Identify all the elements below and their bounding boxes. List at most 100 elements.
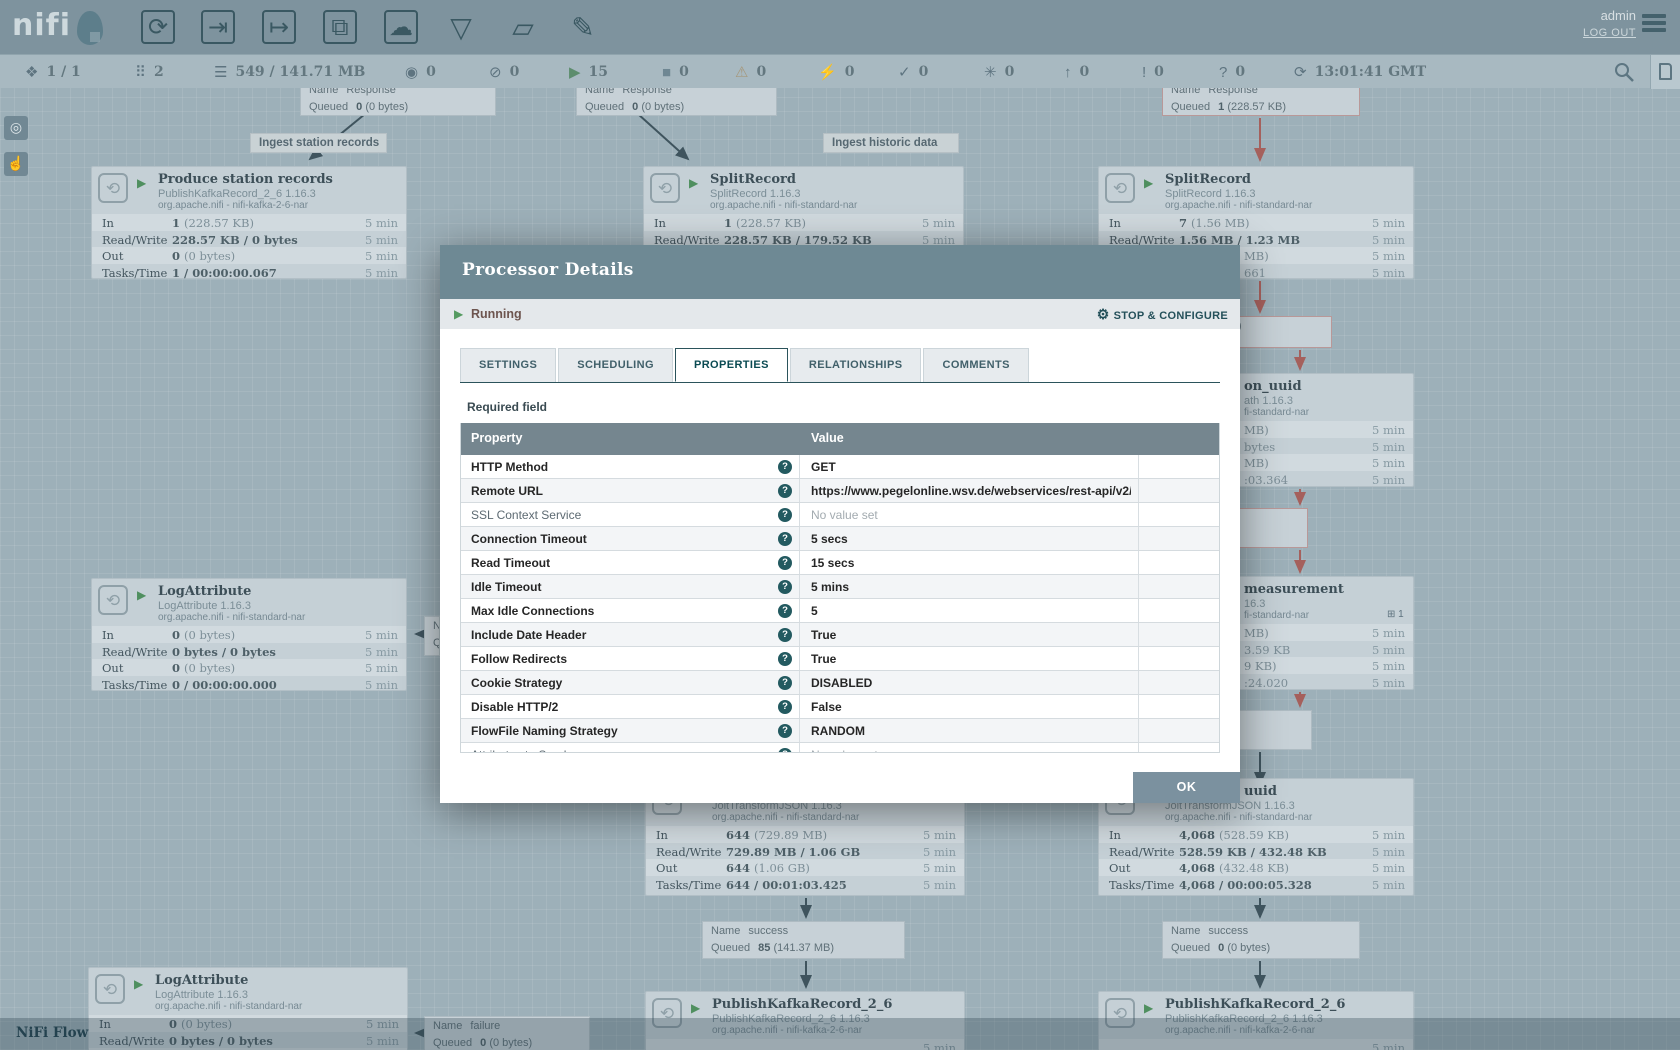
processor-stat-row: In0 (0 bytes)5 min — [92, 626, 406, 643]
remote-process-group-icon[interactable]: ☁ — [384, 10, 418, 44]
hand-button[interactable]: ☝ — [4, 152, 28, 176]
stat-period: 5 min — [923, 861, 956, 875]
cluster-status: ❖1 / 1 — [25, 55, 81, 89]
connection-label[interactable]: NaQu — [424, 616, 440, 656]
last-refresh: ⟳13:01:41 GMT — [1294, 55, 1426, 89]
canvas-label[interactable]: Ingest station records — [250, 133, 387, 153]
run-status-label: Running — [471, 307, 522, 321]
connection-label-row: Na — [433, 620, 440, 632]
stat-label: In — [656, 828, 668, 842]
stat-label: Out — [1109, 861, 1130, 875]
stat-label: In — [102, 216, 114, 230]
stat-period: 5 min — [1372, 249, 1405, 263]
property-row: Read Timeout?15 secs — [461, 551, 1219, 575]
not-transmitting-count: ⊘0 — [489, 55, 519, 89]
processor-name: PublishKafkaRecord_2_6 — [1165, 997, 1345, 1012]
processor-icon[interactable]: ⟳ — [141, 10, 175, 44]
stat-count: 729.89 MB / 1.06 GB — [726, 845, 860, 859]
processor-name-fragment: uuid — [1244, 784, 1277, 799]
help-icon[interactable]: ? — [778, 700, 792, 714]
property-row: Disable HTTP/2?False — [461, 695, 1219, 719]
processor-stat-row: Read/Write528.59 KB / 432.48 KB 5 min — [1099, 843, 1413, 860]
tab-settings[interactable]: SETTINGS — [460, 348, 556, 382]
stat-period: 5 min — [365, 628, 398, 642]
new-template-button[interactable] — [1650, 55, 1680, 89]
process-group-icon[interactable]: ⧉ — [323, 10, 357, 44]
template-icon[interactable]: ▱ — [506, 10, 540, 44]
funnel-icon[interactable]: ▽ — [444, 10, 478, 44]
document-icon — [1659, 63, 1672, 80]
help-icon[interactable]: ? — [778, 628, 792, 642]
processor-stat-row: In644 (729.89 MB)5 min — [646, 826, 964, 843]
processor-stat-row: Out4,068 (432.48 KB)5 min — [1099, 859, 1413, 876]
help-icon[interactable]: ? — [778, 460, 792, 474]
stat-label: Read/Write — [102, 233, 167, 247]
connection-label[interactable]: NamesuccessQueued85 (141.37 MB) — [702, 921, 905, 959]
search-icon[interactable] — [1614, 62, 1634, 82]
help-icon[interactable]: ? — [778, 580, 792, 594]
processor-stat-row: In1 (228.57 KB)5 min — [92, 214, 406, 231]
stat-period: 5 min — [1372, 643, 1405, 657]
help-icon[interactable]: ? — [778, 532, 792, 546]
tab-comments[interactable]: COMMENTS — [923, 348, 1028, 382]
queued-count: 1 — [1218, 101, 1227, 113]
check-icon: ✓ — [898, 63, 911, 81]
running-icon: ▶ — [134, 977, 143, 991]
connection-label-row: Queued0 (0 bytes) — [309, 101, 408, 113]
breadcrumb-bar: NiFi Flow — [0, 1018, 1680, 1050]
property-value: 5 — [811, 604, 818, 618]
stat-value: 0 (0 bytes) — [172, 661, 235, 675]
processor-stat-row: Tasks/Time1 / 00:00:00.067 5 min — [92, 264, 406, 281]
processor[interactable]: ⟲▶Produce station recordsPublishKafkaRec… — [91, 166, 407, 279]
processor-stat-row: Out0 (0 bytes)5 min — [92, 247, 406, 264]
help-icon[interactable]: ? — [778, 652, 792, 666]
property-value: 15 secs — [811, 556, 854, 570]
up-arrow-icon: ↑ — [1064, 64, 1072, 81]
property-value: 5 secs — [811, 532, 848, 546]
birdseye-button[interactable]: ◎ — [4, 116, 28, 140]
tab-relationships[interactable]: RELATIONSHIPS — [790, 348, 922, 382]
processor-bundle: org.apache.nifi - nifi-standard-nar — [1165, 812, 1312, 823]
property-name: Follow Redirects — [471, 652, 567, 666]
stat-period: 5 min — [1372, 233, 1405, 247]
help-icon[interactable]: ? — [778, 556, 792, 570]
tab-properties[interactable]: PROPERTIES — [675, 348, 788, 382]
help-icon[interactable]: ? — [778, 748, 792, 753]
property-name: FlowFile Naming Strategy — [471, 724, 618, 738]
transmitting-count: ◉0 — [405, 55, 436, 89]
property-row: Attributes to Send?No value set — [461, 743, 1219, 753]
processor[interactable]: ⟲▶LogAttributeLogAttribute 1.16.3org.apa… — [91, 578, 407, 691]
nifi-app: ◎ ☝ Ingest station records Ingest historic … — [0, 0, 1680, 1050]
breadcrumb[interactable]: NiFi Flow — [16, 1025, 88, 1041]
connection-label[interactable]: NamesuccessQueued0 (0 bytes) — [1162, 921, 1360, 959]
help-icon[interactable]: ? — [778, 724, 792, 738]
global-menu-icon[interactable] — [1642, 14, 1666, 34]
help-icon[interactable]: ? — [778, 508, 792, 522]
input-port-icon[interactable]: ⇥ — [201, 10, 235, 44]
required-field-label: Required field — [467, 400, 547, 414]
stopped-count: ■0 — [662, 55, 689, 89]
stat-value: 0 — [679, 64, 689, 80]
connection-label-row: Queued1 (228.57 KB) — [1171, 101, 1286, 113]
ok-button[interactable]: OK — [1133, 772, 1240, 803]
stat-label: Read/Write — [102, 645, 167, 659]
output-port-icon[interactable]: ↦ — [262, 10, 296, 44]
help-icon[interactable]: ? — [778, 604, 792, 618]
stop-and-configure-button[interactable]: ⚙STOP & CONFIGURE — [1097, 306, 1228, 323]
stat-period: 5 min — [1372, 473, 1405, 487]
label-icon[interactable]: ✎ — [566, 10, 600, 44]
stat-value: 1 (228.57 KB) — [172, 216, 254, 230]
stat-value-fragment: bytes — [1244, 440, 1275, 454]
tab-scheduling[interactable]: SCHEDULING — [558, 348, 673, 382]
property-value: GET — [811, 460, 836, 474]
active-threads: ⠿2 — [135, 55, 164, 89]
stat-value-fragment: MB) — [1244, 423, 1269, 437]
canvas-label[interactable]: Ingest historic data — [823, 133, 959, 153]
property-row: Max Idle Connections?5 — [461, 599, 1219, 623]
stat-value: 0 — [426, 64, 436, 80]
cluster-icon: ❖ — [25, 63, 38, 81]
processor-type: SplitRecord 1.16.3 — [710, 188, 801, 200]
help-icon[interactable]: ? — [778, 676, 792, 690]
logout-link[interactable]: LOG OUT — [1583, 27, 1636, 39]
help-icon[interactable]: ? — [778, 484, 792, 498]
